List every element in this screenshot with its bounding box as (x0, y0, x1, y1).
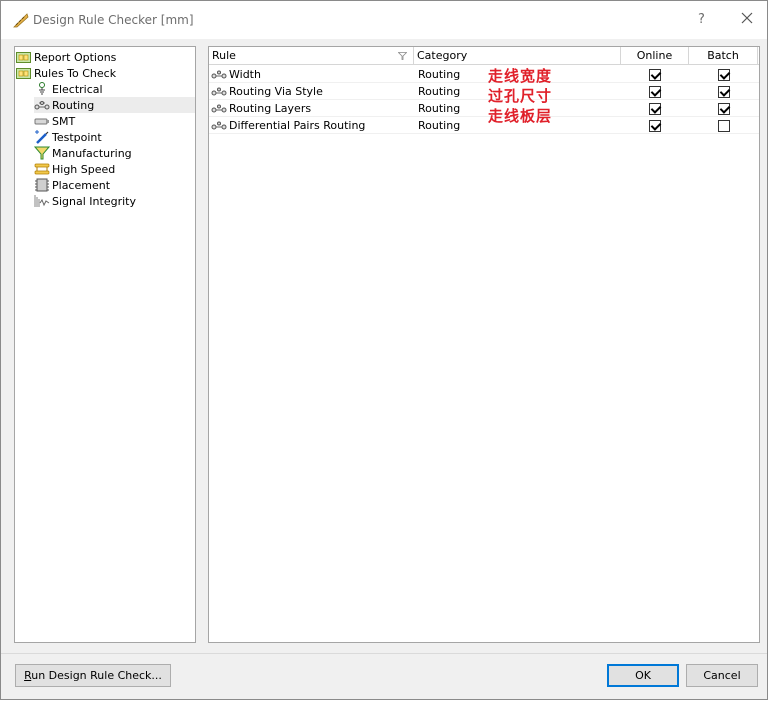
tree-item-label: Routing (52, 98, 95, 112)
tree-item-label: Testpoint (52, 130, 102, 144)
online-checkbox[interactable] (649, 69, 661, 81)
tree-item-rules-to-check[interactable]: Rules To Check (16, 65, 116, 81)
rule-category: Routing (418, 102, 461, 115)
rule-category: Routing (418, 68, 461, 81)
batch-checkbox[interactable] (718, 103, 730, 115)
column-header-category[interactable]: Category (414, 47, 621, 65)
drc-app-icon (13, 13, 29, 28)
title-bar: Design Rule Checker [mm] ? (1, 1, 767, 39)
rule-icon (211, 70, 227, 78)
signal-integrity-icon (34, 195, 50, 207)
rules-tree: Report Options Rules To Check Electrical (14, 46, 196, 643)
high-speed-icon (34, 163, 50, 175)
rule-name: Differential Pairs Routing (229, 119, 366, 132)
online-checkbox[interactable] (649, 120, 661, 132)
batch-checkbox[interactable] (718, 120, 730, 132)
rule-name: Routing Layers (229, 102, 312, 115)
annotation-via-size: 过孔尺寸 (488, 87, 553, 105)
table-row[interactable]: Width Routing (209, 66, 759, 83)
rule-icon (211, 121, 227, 129)
tree-item-label: Placement (52, 178, 111, 192)
tree-item-electrical[interactable]: Electrical (34, 81, 103, 97)
tree-item-high-speed[interactable]: High Speed (34, 161, 115, 177)
column-header-online[interactable]: Online (621, 47, 689, 65)
tree-item-label: Electrical (52, 82, 103, 96)
tree-item-label: Rules To Check (34, 66, 117, 80)
online-checkbox[interactable] (649, 86, 661, 98)
tree-item-report-options[interactable]: Report Options (16, 49, 116, 65)
testpoint-icon (35, 130, 49, 144)
grid-header: Rule Category Online Batch (209, 47, 759, 65)
tree-item-placement[interactable]: Placement (34, 177, 110, 193)
manufacturing-icon (34, 146, 50, 160)
tree-item-signal-integrity[interactable]: Signal Integrity (34, 193, 136, 209)
folder-report-icon (16, 52, 31, 63)
rule-category: Routing (418, 85, 461, 98)
folder-rules-icon (16, 68, 31, 79)
cancel-button[interactable]: Cancel (686, 664, 758, 687)
table-row[interactable]: Routing Layers Routing (209, 100, 759, 117)
window-title: Design Rule Checker [mm] (33, 13, 194, 27)
annotation-trace-layers: 走线板层 (488, 107, 553, 125)
routing-icon (34, 101, 50, 110)
tree-item-label: Report Options (34, 50, 117, 64)
rule-category: Routing (418, 119, 461, 132)
rule-icon (211, 87, 227, 95)
design-rule-checker-dialog: Design Rule Checker [mm] ? Report Option… (0, 0, 768, 700)
smt-icon (34, 118, 49, 125)
tree-item-manufacturing[interactable]: Manufacturing (34, 145, 132, 161)
help-button[interactable]: ? (698, 12, 705, 27)
tree-item-label: Signal Integrity (52, 194, 136, 208)
tree-item-testpoint[interactable]: Testpoint (34, 129, 102, 145)
tree-item-label: Manufacturing (52, 146, 132, 160)
column-header-rule[interactable]: Rule (209, 47, 414, 65)
ok-button[interactable]: OK (607, 664, 679, 687)
batch-checkbox[interactable] (718, 86, 730, 98)
electrical-icon (39, 82, 45, 95)
filter-icon[interactable] (398, 52, 407, 60)
rule-name: Width (229, 68, 261, 81)
placement-icon (35, 178, 49, 192)
rule-name: Routing Via Style (229, 85, 323, 98)
rules-grid: Rule Category Online Batch Width Routing… (208, 46, 760, 643)
tree-item-smt[interactable]: SMT (34, 113, 75, 129)
close-icon[interactable] (739, 10, 755, 26)
annotation-trace-width: 走线宽度 (488, 67, 553, 85)
tree-item-label: High Speed (52, 162, 116, 176)
footer-divider (1, 653, 767, 654)
table-row[interactable]: Routing Via Style Routing (209, 83, 759, 100)
online-checkbox[interactable] (649, 103, 661, 115)
tree-item-label: SMT (52, 114, 76, 128)
table-row[interactable]: Differential Pairs Routing Routing (209, 117, 759, 134)
rule-icon (211, 104, 227, 112)
run-design-rule-check-button[interactable]: Run Design Rule Check... (15, 664, 171, 687)
column-header-batch[interactable]: Batch (689, 47, 758, 65)
tree-item-routing[interactable]: Routing (34, 97, 195, 113)
batch-checkbox[interactable] (718, 69, 730, 81)
